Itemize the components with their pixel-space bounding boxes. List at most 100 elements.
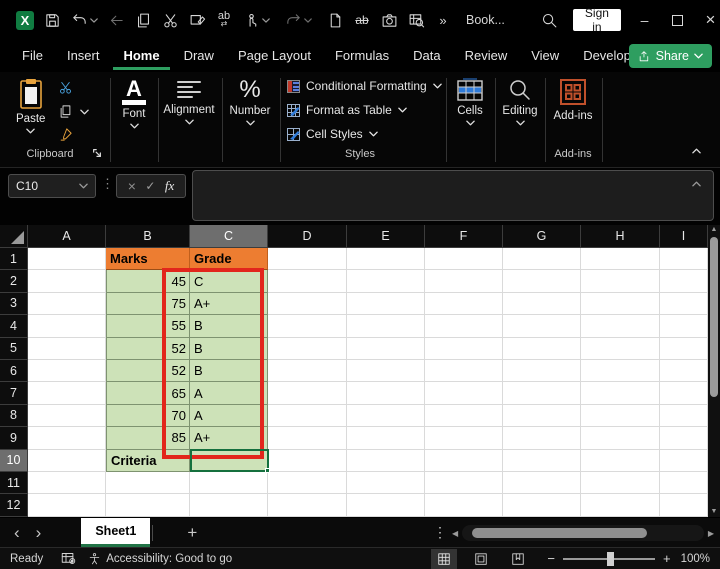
copy-icon[interactable] (134, 11, 152, 29)
copy-dropdown-icon[interactable] (80, 109, 89, 115)
cell-D8[interactable] (268, 405, 347, 427)
conditional-formatting-button[interactable]: Conditional Formatting (287, 79, 442, 93)
cell-B11[interactable] (106, 472, 190, 494)
horizontal-scrollbar[interactable]: ◀ ▶ (452, 525, 714, 541)
cell-B3[interactable]: 75 (106, 293, 190, 315)
cell-I9[interactable] (660, 427, 708, 449)
cancel-entry-button[interactable]: × (128, 178, 136, 194)
save-icon[interactable] (43, 11, 61, 29)
column-header-B[interactable]: B (106, 225, 190, 248)
alignment-button[interactable]: Alignment (160, 79, 218, 125)
cell-H5[interactable] (581, 338, 660, 360)
cell-G12[interactable] (503, 494, 581, 516)
new-file-icon[interactable] (326, 11, 344, 29)
cell-A11[interactable] (28, 472, 106, 494)
cell-G10[interactable] (503, 450, 581, 472)
cell-G8[interactable] (503, 405, 581, 427)
tab-view[interactable]: View (521, 42, 569, 70)
cell-H9[interactable] (581, 427, 660, 449)
undo-dropdown-icon[interactable] (90, 18, 98, 23)
column-header-I[interactable]: I (660, 225, 708, 248)
zoom-level[interactable]: 100% (681, 553, 710, 565)
cell-H4[interactable] (581, 315, 660, 337)
cell-A7[interactable] (28, 382, 106, 404)
column-header-A[interactable]: A (28, 225, 106, 248)
minimize-button[interactable]: – (635, 0, 654, 40)
row-header-8[interactable]: 8 (0, 405, 28, 427)
cell-H7[interactable] (581, 382, 660, 404)
next-sheet-icon[interactable]: › (36, 524, 42, 541)
touch-mode-icon[interactable] (242, 11, 260, 29)
row-header-5[interactable]: 5 (0, 338, 28, 360)
cell-H6[interactable] (581, 360, 660, 382)
cell-D9[interactable] (268, 427, 347, 449)
row-header-6[interactable]: 6 (0, 360, 28, 382)
cell-G9[interactable] (503, 427, 581, 449)
edit-picture-icon[interactable] (188, 11, 206, 29)
fill-handle[interactable] (265, 468, 270, 473)
cell-A4[interactable] (28, 315, 106, 337)
tab-home[interactable]: Home (113, 42, 169, 70)
formula-input[interactable] (192, 170, 714, 221)
column-header-H[interactable]: H (581, 225, 660, 248)
cell-F1[interactable] (425, 248, 503, 270)
cell-G7[interactable] (503, 382, 581, 404)
cell-E11[interactable] (347, 472, 425, 494)
cell-F10[interactable] (425, 450, 503, 472)
accessibility-status[interactable]: Accessibility: Good to go (88, 552, 232, 566)
name-box[interactable]: C10 (8, 174, 96, 198)
cell-H1[interactable] (581, 248, 660, 270)
cell-C4[interactable]: B (190, 315, 268, 337)
cell-G11[interactable] (503, 472, 581, 494)
cell-C9[interactable]: A+ (190, 427, 268, 449)
cell-A8[interactable] (28, 405, 106, 427)
cell-F5[interactable] (425, 338, 503, 360)
row-header-2[interactable]: 2 (0, 270, 28, 292)
cell-A1[interactable] (28, 248, 106, 270)
macro-record-icon[interactable] (61, 551, 76, 566)
cell-A2[interactable] (28, 270, 106, 292)
row-header-12[interactable]: 12 (0, 494, 28, 516)
cell-E10[interactable] (347, 450, 425, 472)
camera-icon[interactable] (380, 11, 398, 29)
number-button[interactable]: % Number (224, 78, 276, 126)
cell-C7[interactable]: A (190, 382, 268, 404)
cell-E1[interactable] (347, 248, 425, 270)
cell-H10[interactable] (581, 450, 660, 472)
zoom-out-button[interactable]: − (547, 551, 555, 566)
cell-F11[interactable] (425, 472, 503, 494)
cut-icon[interactable] (161, 11, 179, 29)
sign-in-button[interactable]: Sign in (573, 9, 621, 31)
tab-data[interactable]: Data (403, 42, 450, 70)
cell-D6[interactable] (268, 360, 347, 382)
cell-C1[interactable]: Grade (190, 248, 268, 270)
cell-D1[interactable] (268, 248, 347, 270)
row-header-10[interactable]: 10 (0, 450, 28, 472)
cell-I4[interactable] (660, 315, 708, 337)
cell-H3[interactable] (581, 293, 660, 315)
cell-C5[interactable]: B (190, 338, 268, 360)
cell-H2[interactable] (581, 270, 660, 292)
tab-page-layout[interactable]: Page Layout (228, 42, 321, 70)
cell-H12[interactable] (581, 494, 660, 516)
search-icon[interactable] (541, 11, 559, 29)
row-header-11[interactable]: 11 (0, 472, 28, 494)
prev-sheet-icon[interactable]: ‹ (14, 524, 20, 541)
cell-G5[interactable] (503, 338, 581, 360)
cell-F2[interactable] (425, 270, 503, 292)
sheet-tab-sheet1[interactable]: Sheet1 (81, 518, 150, 547)
scroll-down-icon[interactable]: ▼ (711, 507, 718, 517)
maximize-button[interactable] (668, 0, 687, 40)
horizontal-scrollbar-thumb[interactable] (472, 528, 647, 538)
cells-button[interactable]: Cells (450, 78, 490, 126)
cell-A5[interactable] (28, 338, 106, 360)
cell-A3[interactable] (28, 293, 106, 315)
cell-A12[interactable] (28, 494, 106, 516)
zoom-slider-thumb[interactable] (607, 552, 614, 566)
cell-A9[interactable] (28, 427, 106, 449)
undo-icon[interactable] (70, 11, 88, 29)
cell-styles-button[interactable]: Cell Styles (287, 127, 378, 141)
column-header-E[interactable]: E (347, 225, 425, 248)
overflow-icon[interactable]: » (434, 11, 452, 29)
format-painter-button[interactable] (58, 127, 73, 142)
